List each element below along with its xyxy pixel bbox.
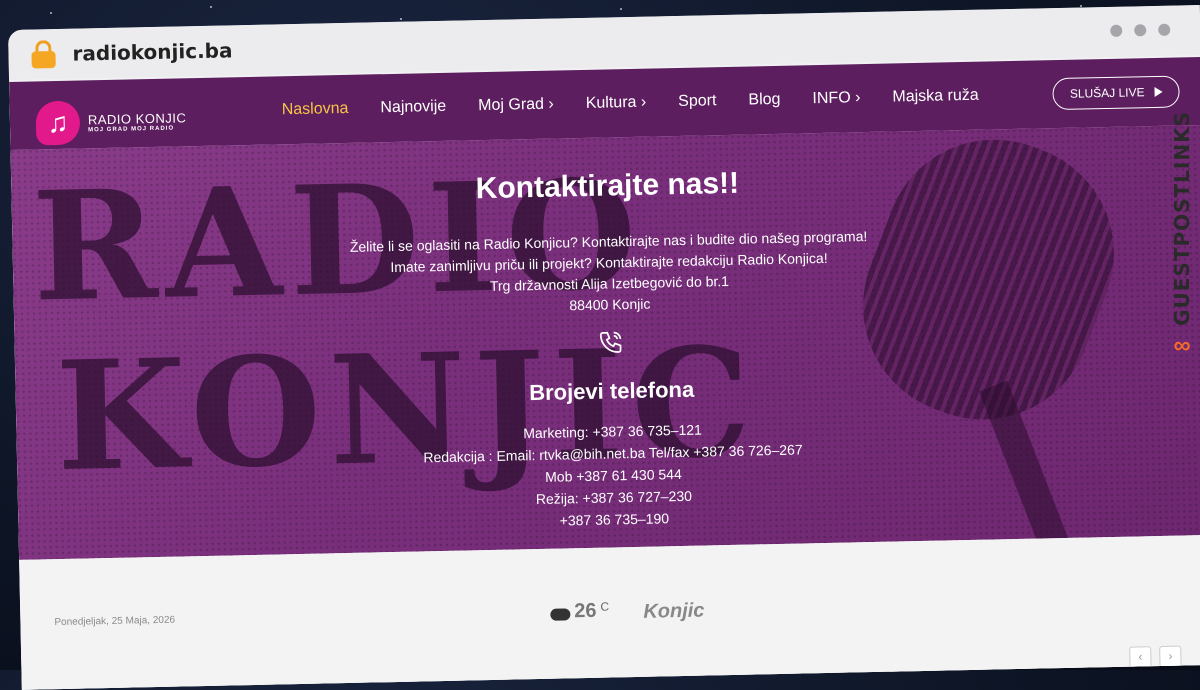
prev-arrow-icon[interactable]: ‹ bbox=[1129, 646, 1152, 669]
temperature-unit: C bbox=[600, 599, 610, 614]
cloud-icon bbox=[550, 608, 571, 621]
contact-content: Kontaktirajte nas!! Želite li se oglasit… bbox=[11, 145, 1200, 543]
link-chain-icon: ∞ bbox=[1173, 332, 1191, 359]
window-controls[interactable] bbox=[1110, 23, 1171, 37]
watermark-text: GUESTPOSTLINKS bbox=[1170, 111, 1194, 326]
watermark-badge: GUESTPOSTLINKS ∞ bbox=[1168, 60, 1196, 360]
current-date: Ponedjeljak, 25 Maja, 2026 bbox=[54, 614, 176, 629]
nav-item-naslovna[interactable]: Naslovna bbox=[282, 100, 349, 119]
weather-city: Konjic bbox=[643, 599, 705, 623]
info-bar: Ponedjeljak, 25 Maja, 2026 26 C Konjic ‹… bbox=[19, 534, 1200, 690]
nav-item-blog[interactable]: Blog bbox=[748, 91, 780, 110]
window-dot[interactable] bbox=[1110, 24, 1123, 37]
lock-icon bbox=[30, 40, 57, 69]
url-text[interactable]: radiokonjic.ba bbox=[72, 38, 232, 65]
next-arrow-icon[interactable]: › bbox=[1159, 645, 1182, 669]
nav-item-sport[interactable]: Sport bbox=[678, 92, 717, 111]
play-icon bbox=[1154, 86, 1163, 98]
temperature: 26 bbox=[574, 599, 597, 623]
contact-title: Kontaktirajte nas!! bbox=[475, 166, 740, 206]
nav-item-moj-grad[interactable]: Moj Grad › bbox=[478, 96, 554, 116]
browser-window: radiokonjic.ba ♫ RADIO KONJIC MOJ GRAD M… bbox=[8, 5, 1200, 690]
listen-live-button[interactable]: SLUŠAJ LIVE bbox=[1052, 75, 1180, 111]
nav-item-kultura[interactable]: Kultura › bbox=[586, 94, 647, 113]
slider-arrows: ‹ › bbox=[1129, 645, 1182, 669]
phones-title: Brojevi telefona bbox=[528, 376, 695, 406]
website: ♫ RADIO KONJIC MOJ GRAD MOJ RADIO Naslov… bbox=[9, 57, 1200, 690]
music-note-icon: ♫ bbox=[35, 100, 81, 146]
nav-menu: Naslovna Najnovije Moj Grad › Kultura › … bbox=[282, 86, 1011, 119]
nav-item-najnovije[interactable]: Najnovije bbox=[380, 98, 446, 117]
nav-item-majska-ruza[interactable]: Majska ruža bbox=[892, 87, 979, 107]
phone-call-icon bbox=[597, 329, 624, 361]
window-dot[interactable] bbox=[1158, 23, 1171, 36]
contact-hero: RADIO KONJIC Kontaktirajte nas!! Želite … bbox=[10, 125, 1200, 560]
window-dot[interactable] bbox=[1134, 24, 1147, 37]
nav-item-info[interactable]: INFO › bbox=[812, 89, 860, 108]
logo-title: RADIO KONJIC bbox=[87, 109, 187, 127]
weather-widget: 26 C bbox=[550, 600, 609, 624]
site-logo[interactable]: ♫ RADIO KONJIC MOJ GRAD MOJ RADIO bbox=[35, 98, 187, 146]
listen-live-label: SLUŠAJ LIVE bbox=[1069, 85, 1145, 101]
